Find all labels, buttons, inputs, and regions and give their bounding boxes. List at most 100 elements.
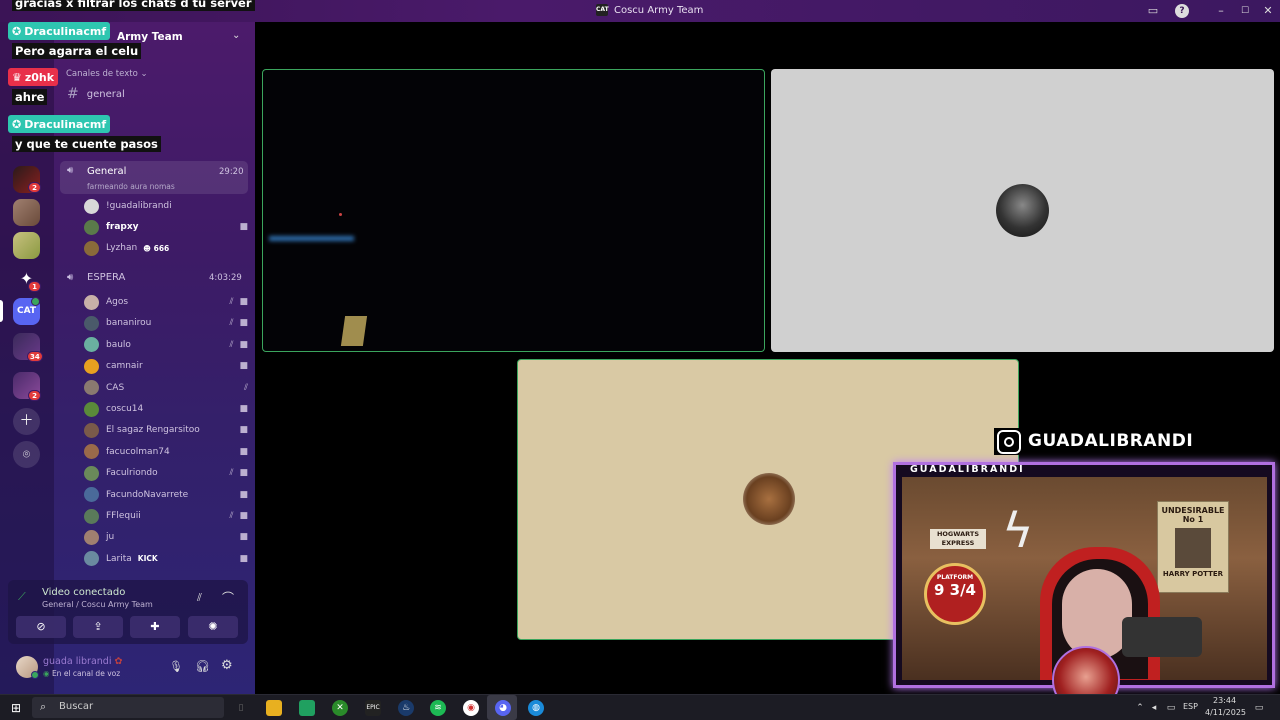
- epic-games-icon[interactable]: EPIC: [365, 700, 381, 716]
- voice-user-row[interactable]: ju ■: [84, 527, 248, 547]
- category-label: Canales de texto: [66, 69, 138, 79]
- mic-muted-icon: ⫽: [229, 318, 234, 329]
- server-icon-2[interactable]: [13, 199, 40, 226]
- user-status-icons: ⫽ ■: [229, 511, 248, 521]
- live-dot-icon: [31, 297, 40, 306]
- voice-user-row[interactable]: Faculriondo ⫽ ■: [84, 463, 248, 483]
- disconnect-icon[interactable]: ⌒: [222, 589, 234, 606]
- help-icon[interactable]: ?: [1175, 4, 1189, 18]
- wanted-poster: UNDESIRABLE No 1 HARRY POTTER: [1157, 501, 1229, 593]
- username: guada librandi ✿: [43, 656, 122, 667]
- video-tile-user[interactable]: [771, 69, 1274, 352]
- edge-icon[interactable]: ◍: [528, 700, 544, 716]
- voice-user-row[interactable]: CAS ⫽: [84, 378, 248, 398]
- voice-user-name: frapxy: [106, 222, 139, 232]
- activities-button[interactable]: ✚: [130, 616, 180, 638]
- camera-icon: ■: [239, 511, 248, 521]
- voice-user-row[interactable]: Larita KICK ■: [84, 549, 248, 569]
- folder-2-badge: 2: [28, 390, 41, 401]
- search-placeholder: Buscar: [59, 701, 94, 712]
- steam-icon[interactable]: ♨: [398, 700, 414, 716]
- voice-status[interactable]: Video conectado: [42, 587, 125, 598]
- inbox-icon[interactable]: ▭: [1145, 3, 1161, 19]
- taskbar-search[interactable]: ⌕ Buscar: [32, 697, 224, 718]
- spotify-icon[interactable]: ≋: [430, 700, 446, 716]
- screen-share-button[interactable]: ⇪: [73, 616, 123, 638]
- voice-icon: ◉: [43, 669, 50, 678]
- chat-username-text: Draculinacmf: [24, 117, 107, 131]
- voice-user-row[interactable]: bananirou ⫽ ■: [84, 313, 248, 333]
- clock-time[interactable]: 23:44: [1213, 696, 1236, 705]
- discord-icon[interactable]: ◕: [495, 700, 511, 716]
- minimize-icon[interactable]: –: [1213, 3, 1229, 19]
- voice-user-row[interactable]: FacundoNavarrete ■: [84, 485, 248, 505]
- voice-user-name: ju: [106, 532, 115, 543]
- file-explorer-icon[interactable]: [266, 700, 282, 716]
- avatar: [84, 198, 99, 214]
- app-logo: CAT: [596, 4, 609, 16]
- volume-icon[interactable]: ◂: [1146, 700, 1162, 716]
- mic-muted-icon: ⫽: [243, 382, 248, 393]
- platform-number: 9 3/4: [933, 581, 976, 599]
- voice-user-row[interactable]: baulo ⫽ ■: [84, 335, 248, 355]
- language-indicator[interactable]: ESP: [1183, 702, 1198, 711]
- user-status-icons: ■: [239, 490, 248, 500]
- camera-icon: ■: [239, 297, 248, 307]
- soundboard-button[interactable]: ✺: [188, 616, 238, 638]
- avatar: [84, 444, 99, 460]
- voice-user-name: camnair: [106, 361, 143, 372]
- server-cat-label: CAT: [16, 306, 36, 316]
- voice-user-name: bananirou: [106, 318, 152, 329]
- channel-general-text[interactable]: # general: [60, 84, 250, 104]
- folder-1-badge: 34: [27, 351, 43, 362]
- signal-icon: ⟋: [18, 590, 26, 603]
- user-status-icons: ■: [239, 361, 248, 371]
- voice-user-row[interactable]: Agos ⫽ ■: [84, 292, 248, 312]
- rose-icon: ✿: [114, 656, 123, 667]
- microphone-icon[interactable]: 🎙︎: [169, 660, 183, 673]
- avatar: [84, 337, 99, 353]
- headphones-icon[interactable]: 🎧︎: [195, 659, 210, 673]
- chat-username-text: Draculinacmf: [24, 24, 107, 38]
- voice-channel-espera-label[interactable]: ESPERA: [87, 272, 125, 283]
- notifications-icon[interactable]: ▭: [1251, 700, 1267, 716]
- speaker-icon: 🔊︎: [67, 165, 74, 176]
- server-icon-3[interactable]: [13, 232, 40, 259]
- settings-gear-icon[interactable]: ⚙: [221, 658, 233, 673]
- voice-user-row[interactable]: Lyzhan ☻ 666: [84, 238, 248, 258]
- video-tile-camera[interactable]: [262, 69, 765, 352]
- network-icon[interactable]: ▭: [1163, 700, 1179, 716]
- windows-start-icon[interactable]: ⊞: [8, 700, 24, 716]
- avatar: [84, 219, 99, 235]
- voice-user-row[interactable]: frapxy ■: [84, 217, 248, 237]
- avatar: [84, 380, 99, 396]
- category-text-channels[interactable]: Canales de texto ⌄: [66, 69, 148, 79]
- mic-muted-icon: ⫽: [229, 297, 234, 307]
- clock-date[interactable]: 4/11/2025: [1205, 708, 1246, 717]
- camera-icon: ■: [239, 361, 248, 372]
- speaker-icon: 🔊︎: [67, 272, 74, 283]
- task-view-icon[interactable]: ▯: [233, 700, 249, 716]
- camera-icon: ■: [239, 489, 248, 500]
- discover-icon[interactable]: ⌾: [13, 441, 40, 468]
- xbox-icon[interactable]: ✕: [332, 700, 348, 716]
- voice-user-row[interactable]: FFlequii ⫽ ■: [84, 506, 248, 526]
- camera-off-button[interactable]: ⊘: [16, 616, 66, 638]
- add-server-icon[interactable]: ＋: [13, 408, 40, 435]
- obs-icon[interactable]: ◉: [463, 700, 479, 716]
- voice-user-row[interactable]: !guadalibrandi: [84, 196, 248, 216]
- close-icon[interactable]: ✕: [1260, 3, 1276, 19]
- voice-user-row[interactable]: El sagaz Rengarsitoo ■: [84, 420, 248, 440]
- voice-user-row[interactable]: camnair ■: [84, 356, 248, 376]
- voice-user-row[interactable]: facucolman74 ■: [84, 442, 248, 462]
- avatar: [84, 529, 99, 545]
- voice-user-row[interactable]: coscu14 ■: [84, 399, 248, 419]
- maximize-icon[interactable]: ☐: [1237, 3, 1253, 19]
- user-status-icons: ■: [239, 447, 248, 457]
- voice-location[interactable]: General / Coscu Army Team: [42, 600, 153, 609]
- user-tag: ☻ 666: [143, 243, 170, 253]
- noise-suppression-icon[interactable]: ⫽: [197, 591, 202, 605]
- server-name[interactable]: Army Team: [117, 31, 183, 43]
- server-menu-chevron-icon[interactable]: ⌄: [232, 30, 240, 41]
- app-icon-1[interactable]: [299, 700, 315, 716]
